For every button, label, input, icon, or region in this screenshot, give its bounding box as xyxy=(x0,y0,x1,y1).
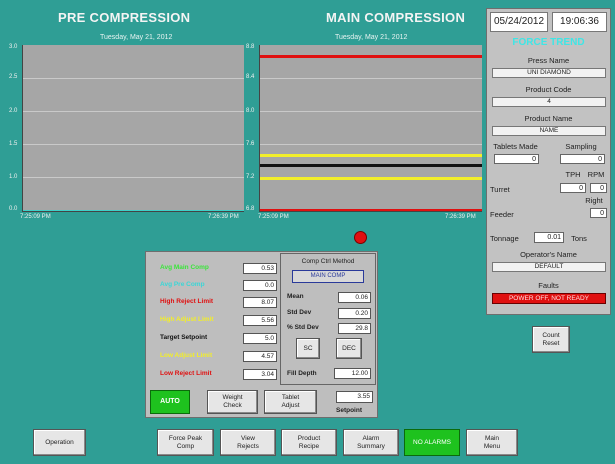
pct-std-dev-value: 29.8 xyxy=(338,323,371,334)
pre-y-tick: 1.5 xyxy=(9,141,18,147)
pre-compression-chart xyxy=(22,45,244,212)
main-series-line xyxy=(260,164,482,167)
main-series-line xyxy=(260,177,482,180)
weight-check-button[interactable]: Weight Check xyxy=(207,390,258,414)
main-y-tick: 8.0 xyxy=(246,108,255,114)
low-reject-limit-label: Low Reject Limit xyxy=(160,370,212,377)
view-rejects-button[interactable]: View Rejects xyxy=(220,429,276,456)
product-code-value: 4 xyxy=(492,97,606,107)
std-dev-label: Std Dev xyxy=(287,309,312,316)
rpm-label: RPM xyxy=(587,170,605,179)
pre-compression-date: Tuesday, May 21, 2012 xyxy=(100,34,173,41)
tph-label: TPH xyxy=(565,170,581,179)
tons-label: Tons xyxy=(571,234,587,243)
high-adjust-limit-label: High Adjust Limit xyxy=(160,316,214,323)
main-series-line xyxy=(260,209,482,211)
low-adjust-limit-label: Low Adjust Limit xyxy=(160,352,213,359)
fill-depth-value: 12.00 xyxy=(334,368,371,379)
pre-y-tick: 2.5 xyxy=(9,74,18,80)
turret-tph-value: 0 xyxy=(560,183,586,193)
comp-ctrl-method-select[interactable]: MAIN COMP xyxy=(292,270,364,283)
sampling-label: Sampling xyxy=(565,142,597,151)
turret-rpm-value: 0 xyxy=(590,183,607,193)
main-y-tick: 7.2 xyxy=(246,174,255,180)
target-setpoint-label: Target Setpoint xyxy=(160,334,208,341)
feeder-right-value: 0 xyxy=(590,208,607,218)
main-x-start: 7:25:09 PM xyxy=(258,214,289,220)
auto-button[interactable]: AUTO xyxy=(150,390,190,414)
main-y-tick: 8.8 xyxy=(246,44,255,50)
product-recipe-button[interactable]: Product Recipe xyxy=(281,429,337,456)
operation-button[interactable]: Operation xyxy=(33,429,86,456)
operator-name-value: DEFAULT xyxy=(492,262,606,272)
avg-pre-comp-value: 0.0 xyxy=(243,280,277,291)
main-y-tick: 6.8 xyxy=(246,206,255,212)
comp-ctrl-method-title: Comp Ctrl Method xyxy=(301,258,355,265)
product-name-label: Product Name xyxy=(524,114,573,123)
fill-depth-label: Fill Depth xyxy=(287,370,317,377)
status-indicator-light xyxy=(354,231,367,244)
product-name-value: NAME xyxy=(492,126,606,136)
avg-main-comp-label: Avg Main Comp xyxy=(160,264,209,271)
pre-y-tick: 2.0 xyxy=(9,108,18,114)
pre-x-start: 7:25:09 PM xyxy=(20,214,51,220)
press-name-value: UNI DIAMOND xyxy=(492,68,606,78)
pre-y-tick: 0.0 xyxy=(9,206,18,212)
feeder-label: Feeder xyxy=(490,210,514,219)
main-menu-button[interactable]: Main Menu xyxy=(466,429,518,456)
high-reject-limit-label: High Reject Limit xyxy=(160,298,214,305)
pre-compression-title: PRE COMPRESSION xyxy=(58,10,191,25)
mean-label: Mean xyxy=(287,293,304,300)
press-name-label: Press Name xyxy=(527,56,570,65)
main-series-line xyxy=(260,55,482,58)
sampling-value: 0 xyxy=(560,154,605,164)
pre-y-tick: 3.0 xyxy=(9,44,18,50)
high-adjust-limit-value[interactable]: 5.56 xyxy=(243,315,277,326)
turret-label: Turret xyxy=(490,185,510,194)
product-code-label: Product Code xyxy=(525,85,572,94)
high-reject-limit-value[interactable]: 8.07 xyxy=(243,297,277,308)
avg-main-comp-value: 0.53 xyxy=(243,263,277,274)
dec-button[interactable]: DEC xyxy=(336,338,362,359)
main-compression-chart xyxy=(259,45,482,212)
main-y-tick: 7.6 xyxy=(246,141,255,147)
tablets-made-label: Tablets Made xyxy=(493,142,538,151)
main-y-tick: 8.4 xyxy=(246,74,255,80)
pre-compression-baseline xyxy=(23,210,244,211)
main-series-line xyxy=(260,154,482,157)
mean-value: 0.06 xyxy=(338,292,371,303)
count-reset-button[interactable]: Count Reset xyxy=(532,326,570,353)
pre-x-end: 7:26:39 PM xyxy=(208,214,239,220)
tonnage-value: 0.01 xyxy=(534,232,564,243)
main-compression-title: MAIN COMPRESSION xyxy=(326,10,466,25)
time-display: 19:06:36 xyxy=(552,12,607,32)
tablets-made-value: 0 xyxy=(494,154,539,164)
avg-pre-comp-label: Avg Pre Comp xyxy=(160,281,205,288)
tablet-adjust-button[interactable]: Tablet Adjust xyxy=(264,390,317,414)
target-setpoint-value[interactable]: 5.0 xyxy=(243,333,277,344)
setpoint-label: Setpoint xyxy=(336,407,362,414)
fault-status-bar: POWER OFF, NOT READY xyxy=(492,293,606,304)
force-peak-comp-button[interactable]: Force Peak Comp xyxy=(157,429,214,456)
low-reject-limit-value[interactable]: 3.04 xyxy=(243,369,277,380)
std-dev-value: 0.20 xyxy=(338,308,371,319)
operator-name-label: Operator's Name xyxy=(520,250,577,259)
alarm-summary-button[interactable]: Alarm Summary xyxy=(343,429,399,456)
pct-std-dev-label: % Std Dev xyxy=(287,324,319,331)
low-adjust-limit-value[interactable]: 4.57 xyxy=(243,351,277,362)
no-alarms-indicator[interactable]: NO ALARMS xyxy=(404,429,460,456)
main-compression-date: Tuesday, May 21, 2012 xyxy=(335,34,408,41)
date-display: 05/24/2012 xyxy=(490,12,548,32)
main-x-end: 7:26:39 PM xyxy=(445,214,476,220)
force-trend-title: FORCE TREND xyxy=(512,37,585,48)
faults-label: Faults xyxy=(538,281,559,290)
tonnage-label: Tonnage xyxy=(490,234,519,243)
pre-y-tick: 1.0 xyxy=(9,174,18,180)
right-label: Right xyxy=(585,196,603,205)
sc-button[interactable]: SC xyxy=(296,338,320,359)
setpoint-input[interactable]: 3.55 xyxy=(336,391,373,403)
